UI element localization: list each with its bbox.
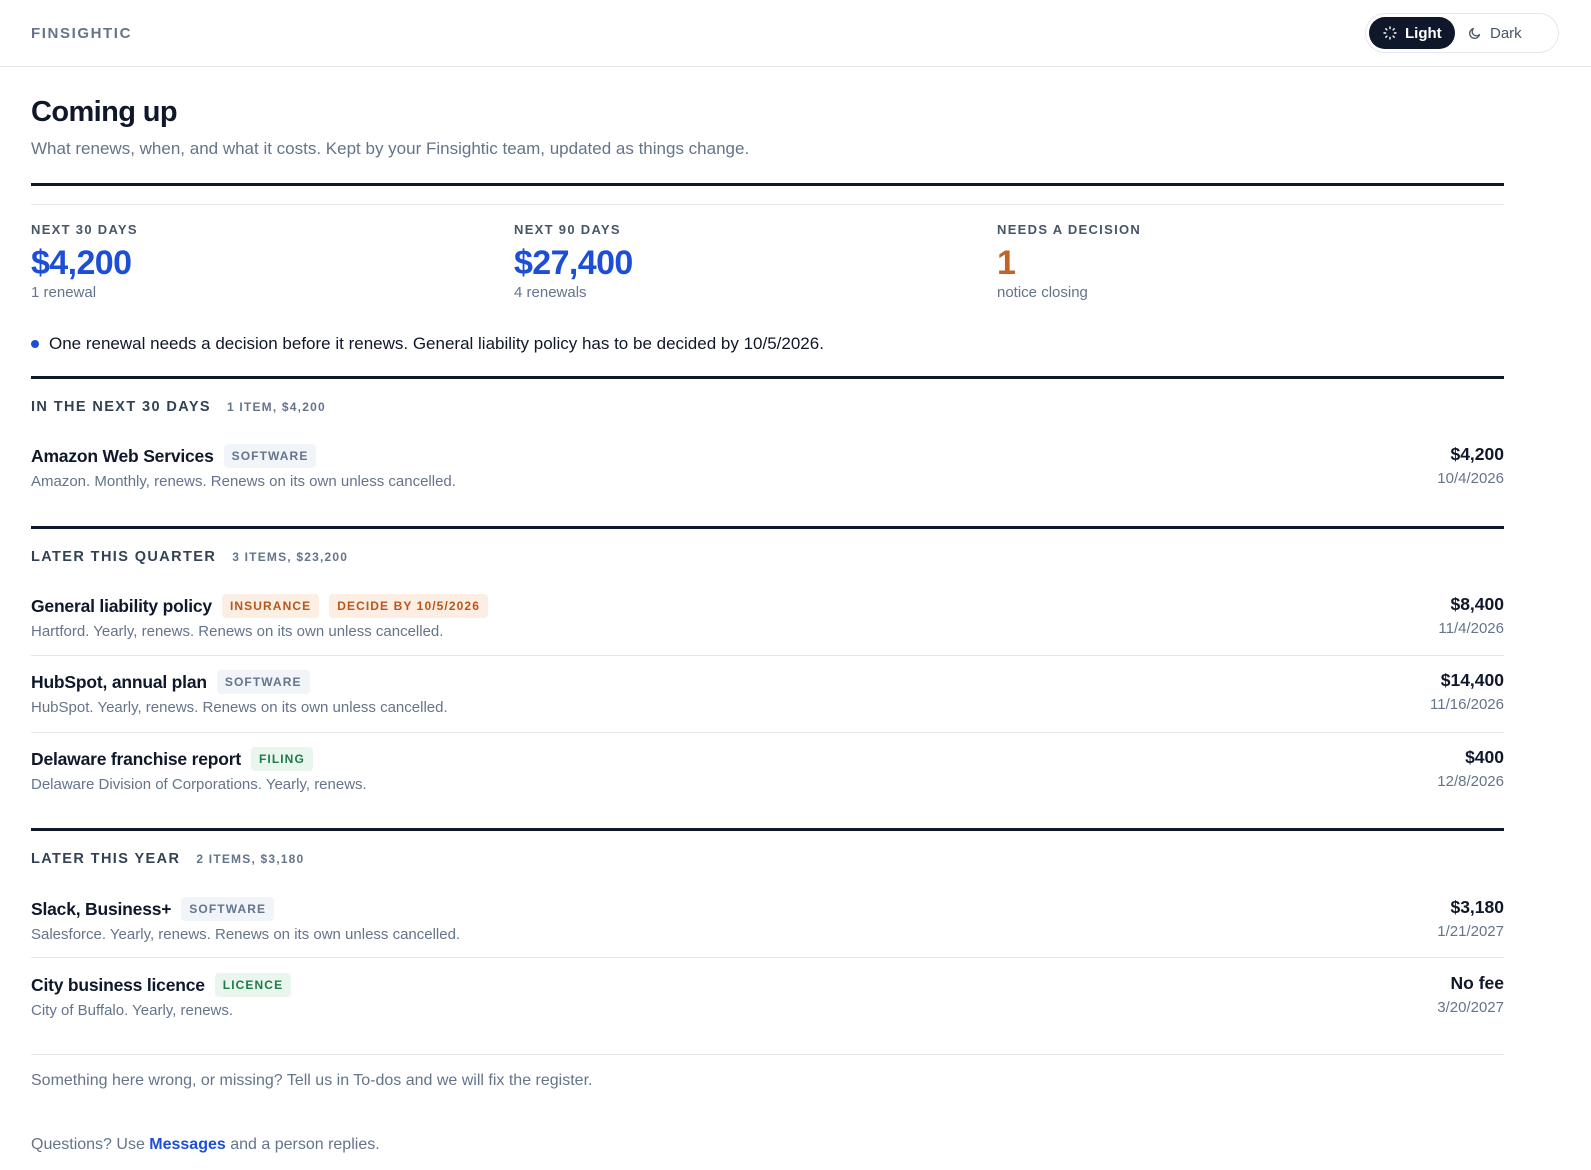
group-header-later-this-quarter: LATER THIS QUARTER 3 ITEMS, $23,200 [31,549,348,565]
item-date: 11/4/2026 [1438,620,1504,637]
theme-light-button[interactable]: Light [1369,17,1455,49]
row-divider [31,655,1504,656]
item-description: Salesforce. Yearly, renews. Renews on it… [31,926,461,943]
item-name: General liability policy [31,595,212,616]
item-name-row: Amazon Web Services SOFTWARE [31,444,317,468]
group-meta: 1 ITEM, $4,200 [226,400,326,414]
item-amount: $8,400 [1450,594,1504,614]
item-name-row: General liability policy INSURANCE DECID… [31,594,488,618]
alert-dot-icon [31,340,39,348]
stat-value: 1 [997,244,1016,282]
stat-sub: 4 renewals [514,284,587,301]
item-description: City of Buffalo. Yearly, renews. [31,1002,234,1019]
category-badge: SOFTWARE [223,444,317,468]
stat-sub: 1 renewal [31,284,97,301]
row-divider [31,957,1504,958]
group-meta: 2 ITEMS, $3,180 [196,852,305,866]
top-bar: FINSIGHTIC Light Dark [0,0,1591,67]
item-name: Slack, Business+ [31,898,172,919]
row-divider [31,732,1504,733]
item-description: HubSpot. Yearly, renews. Renews on its o… [31,699,448,716]
section-divider [31,183,1504,186]
decision-badge: DECIDE BY 10/5/2026 [329,594,488,618]
category-badge: FILING [250,747,313,771]
stat-label: NEXT 90 DAYS [514,222,621,237]
stat-label: NEXT 30 DAYS [31,222,138,237]
footer-questions: Questions? Use Messages and a person rep… [31,1136,380,1154]
page-subtitle: What renews, when, and what it costs. Ke… [31,139,750,158]
footer-note: Something here wrong, or missing? Tell u… [31,1072,593,1089]
item-name: Amazon Web Services [31,445,214,466]
theme-light-label: Light [1405,24,1442,42]
messages-link[interactable]: Messages [149,1136,226,1153]
brand-logo[interactable]: FINSIGHTIC [31,25,132,42]
item-name-row: Slack, Business+ SOFTWARE [31,897,275,921]
item-date: 1/21/2027 [1437,923,1504,940]
group-title: LATER THIS YEAR [31,851,181,867]
renewal-item-city-licence[interactable]: City business licence LICENCE City of Bu… [31,973,1504,1033]
renewal-item-aws[interactable]: Amazon Web Services SOFTWARE Amazon. Mon… [31,444,1504,504]
item-amount: $400 [1465,747,1504,767]
decision-alert: One renewal needs a decision before it r… [31,334,824,354]
stat-value: $27,400 [514,244,633,282]
theme-dark-button[interactable]: Dark [1462,17,1554,49]
footer-questions-prefix: Questions? Use [31,1136,150,1153]
item-amount: $3,180 [1450,897,1504,917]
group-title: IN THE NEXT 30 DAYS [31,399,211,415]
category-badge: INSURANCE [221,594,320,618]
category-badge: SOFTWARE [181,897,275,921]
theme-toggle: Light Dark [1365,13,1559,53]
item-date: 12/8/2026 [1437,773,1504,790]
item-amount: $14,400 [1440,670,1504,690]
section-divider [31,828,1504,831]
item-date: 10/4/2026 [1437,470,1504,487]
sun-icon [1383,26,1397,40]
item-date: 11/16/2026 [1430,696,1504,713]
renewal-item-hubspot[interactable]: HubSpot, annual plan SOFTWARE HubSpot. Y… [31,670,1504,730]
item-name-row: Delaware franchise report FILING [31,747,313,771]
item-name: HubSpot, annual plan [31,671,207,692]
item-name-row: HubSpot, annual plan SOFTWARE [31,670,310,694]
item-name-row: City business licence LICENCE [31,973,292,997]
stat-next-30-days: NEXT 30 DAYS $4,200 1 renewal [31,222,138,301]
item-description: Amazon. Monthly, renews. Renews on its o… [31,473,456,490]
footer-divider [31,1054,1504,1055]
renewal-item-general-liability[interactable]: General liability policy INSURANCE DECID… [31,594,1504,654]
stat-label: NEEDS A DECISION [997,222,1142,237]
footer-questions-suffix: and a person replies. [225,1136,380,1153]
stat-next-90-days: NEXT 90 DAYS $27,400 4 renewals [514,222,633,301]
divider [31,204,1504,205]
stat-value: $4,200 [31,244,132,282]
section-divider [31,376,1504,379]
page-title: Coming up [31,96,178,128]
group-header-later-this-year: LATER THIS YEAR 2 ITEMS, $3,180 [31,851,304,867]
item-description: Hartford. Yearly, renews. Renews on its … [31,623,444,640]
group-meta: 3 ITEMS, $23,200 [232,550,349,564]
section-divider [31,526,1504,529]
item-name: Delaware franchise report [31,748,241,769]
renewal-item-slack[interactable]: Slack, Business+ SOFTWARE Salesforce. Ye… [31,897,1504,957]
group-title: LATER THIS QUARTER [31,549,217,565]
theme-dark-label: Dark [1490,24,1522,42]
moon-icon [1469,27,1481,39]
item-date: 3/20/2027 [1437,999,1504,1016]
alert-text: One renewal needs a decision before it r… [49,334,824,353]
category-badge: SOFTWARE [216,670,310,694]
item-amount: No fee [1450,973,1504,993]
stat-sub: notice closing [997,284,1088,301]
category-badge: LICENCE [214,973,292,997]
item-name: City business licence [31,974,205,995]
group-header-next-30-days: IN THE NEXT 30 DAYS 1 ITEM, $4,200 [31,399,326,415]
item-description: Delaware Division of Corporations. Yearl… [31,776,367,793]
item-amount: $4,200 [1450,444,1504,464]
renewal-item-delaware-franchise[interactable]: Delaware franchise report FILING Delawar… [31,747,1504,807]
stat-needs-decision: NEEDS A DECISION 1 notice closing [997,222,1141,301]
